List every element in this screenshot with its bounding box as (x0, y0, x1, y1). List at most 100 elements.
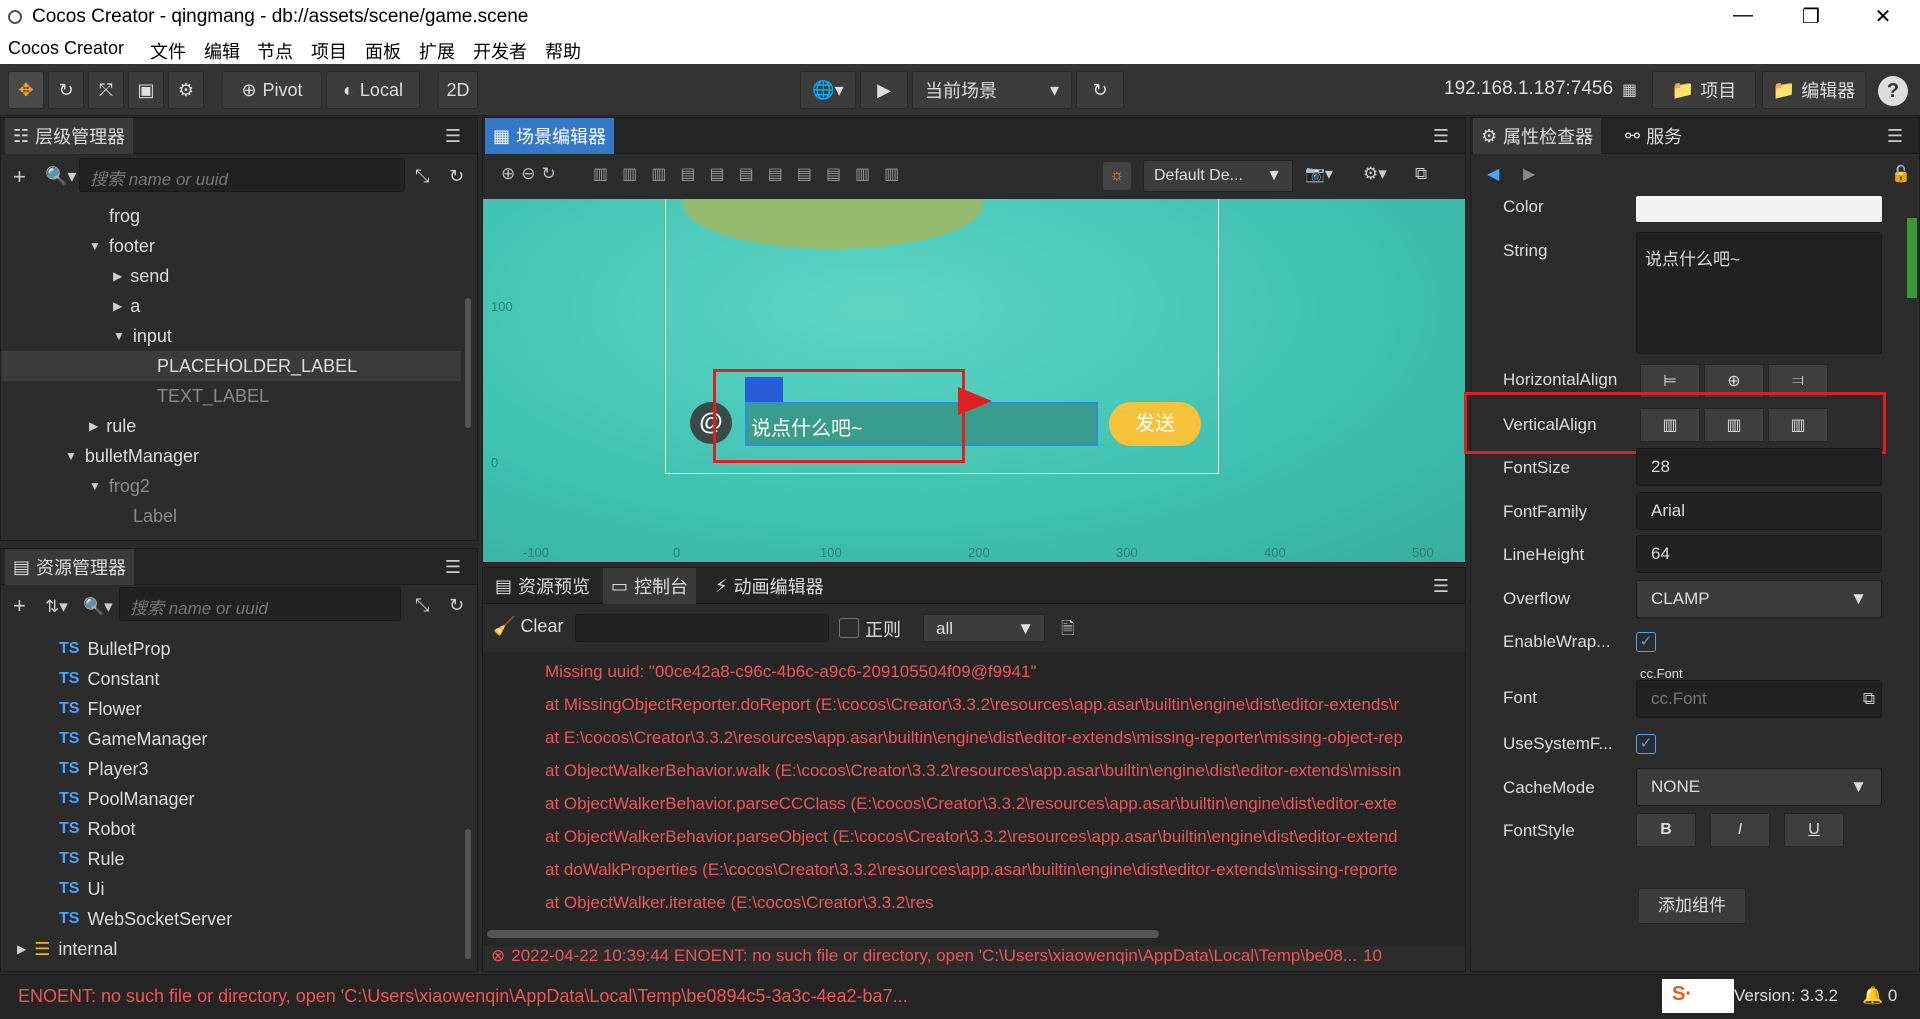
rotate-tool-icon[interactable]: ↻ (48, 71, 84, 109)
local-button[interactable]: ◐ Local (326, 71, 420, 109)
log-level-select[interactable]: all ▼ (923, 614, 1045, 642)
asset-item[interactable]: TS Robot (1, 814, 461, 844)
menu-extension[interactable]: 扩展 (419, 38, 455, 64)
menu-icon[interactable]: ☰ (1433, 576, 1449, 597)
maximize-icon[interactable]: ❐ (1788, 4, 1834, 30)
gear-icon[interactable]: ⚙▾ (1363, 164, 1387, 184)
asset-item[interactable]: TS PoolManager (1, 784, 461, 814)
collapse-icon[interactable]: ⤡ (415, 166, 429, 187)
nav-back-icon[interactable]: ◀ (1487, 164, 1499, 184)
tab-scene-editor[interactable]: ▦ 场景编辑器 (485, 118, 615, 154)
add-icon[interactable]: + (13, 593, 26, 619)
error-summary[interactable]: ⊗ 2022-04-22 10:39:44 ENOENT: no such fi… (491, 946, 1447, 972)
refresh-icon[interactable]: ↻ (1076, 71, 1124, 109)
nav-forward-icon[interactable]: ▶ (1523, 164, 1535, 184)
rect-tool-icon[interactable]: ▣ (128, 71, 164, 109)
asset-item[interactable]: TS GameManager (1, 724, 461, 754)
add-component-button[interactable]: 添加组件 (1638, 888, 1746, 924)
qrcode-icon[interactable]: ▦ (1622, 80, 1637, 100)
tree-node-label[interactable]: Label (1, 501, 461, 531)
fontsize-input[interactable]: 28 (1636, 448, 1882, 486)
caret-right-icon[interactable]: ▶ (113, 299, 122, 313)
asset-item[interactable]: TS BulletProp (1, 634, 461, 664)
mode-2d-button[interactable]: 2D (438, 71, 478, 109)
menu-project[interactable]: 项目 (311, 38, 347, 64)
close-icon[interactable]: ✕ (1860, 4, 1906, 30)
fontfamily-input[interactable]: Arial (1636, 492, 1882, 530)
pivot-button[interactable]: ⊕ Pivot (222, 71, 322, 109)
asset-item[interactable]: TS Constant (1, 664, 461, 694)
valign-bottom-icon[interactable]: ▥ (1768, 408, 1828, 442)
menu-icon[interactable]: ☰ (445, 126, 461, 147)
lock-icon[interactable]: 🔓 (1891, 164, 1911, 184)
asset-item[interactable]: TS Ui (1, 874, 461, 904)
assets-scrollbar[interactable] (465, 829, 471, 959)
caret-down-icon[interactable]: ▼ (89, 239, 101, 253)
editor-button[interactable]: 📁 编辑器 (1762, 71, 1866, 109)
tree-node-rule[interactable]: ▶ rule (1, 411, 461, 441)
tab-console[interactable]: ▭ 控制台 (603, 568, 697, 604)
menu-panel[interactable]: 面板 (365, 38, 401, 64)
light-icon[interactable]: ☼ (1103, 162, 1131, 190)
tab-hierarchy[interactable]: ☷ 层级管理器 (5, 118, 134, 154)
add-icon[interactable]: + (13, 164, 26, 190)
italic-button[interactable]: I (1710, 813, 1770, 847)
hierarchy-search-input[interactable]: 搜索 name or uuid (79, 158, 405, 192)
lineheight-input[interactable]: 64 (1636, 535, 1882, 573)
collapse-icon[interactable]: ⤡ (415, 595, 429, 616)
tree-node-input[interactable]: ▼ input (1, 321, 461, 351)
log-line[interactable]: at ObjectWalker.iteratee (E:\cocos\Creat… (545, 893, 933, 913)
camera-icon[interactable]: 📷▾ (1305, 164, 1333, 184)
regex-checkbox[interactable] (839, 618, 859, 638)
tree-node-frog[interactable]: frog (1, 201, 461, 231)
notification-bell[interactable]: 🔔 0 (1862, 986, 1897, 1006)
tree-node-bulletmanager[interactable]: ▼ bulletManager (1, 441, 461, 471)
tab-service[interactable]: ⚯ 服务 (1617, 118, 1690, 154)
console-h-scrollbar[interactable] (487, 930, 1159, 938)
menu-help[interactable]: 帮助 (545, 38, 581, 64)
caret-down-icon[interactable]: ▼ (89, 479, 101, 493)
hierarchy-scrollbar[interactable] (465, 298, 471, 428)
menu-node[interactable]: 节点 (257, 38, 293, 64)
console-filter-input[interactable] (575, 614, 829, 642)
font-asset-field[interactable]: cc.Font ⧉ (1636, 680, 1882, 718)
send-button[interactable]: 发送 (1109, 402, 1201, 446)
refresh-icon[interactable]: ↻ (449, 595, 464, 616)
tree-node-footer[interactable]: ▼ footer (1, 231, 461, 261)
tree-node-send[interactable]: ▶ send (1, 261, 461, 291)
inspector-scrollbar[interactable] (1907, 218, 1917, 298)
asset-folder-internal[interactable]: ▶ ☰ internal (1, 934, 461, 964)
log-file-icon[interactable]: 🗎 (1061, 616, 1075, 645)
menu-icon[interactable]: ☰ (1887, 126, 1903, 147)
scale-tool-icon[interactable]: ⤧ (88, 71, 124, 109)
align-tools[interactable]: ▥▥▥▤▤▤▤▤▤▥▥ (593, 164, 913, 184)
help-icon[interactable]: ? (1878, 76, 1908, 106)
bold-button[interactable]: B (1636, 813, 1696, 847)
menu-icon[interactable]: ☰ (445, 557, 461, 578)
asset-picker-icon[interactable]: ⧉ (1863, 689, 1875, 709)
status-error[interactable]: ENOENT: no such file or directory, open … (18, 986, 908, 1007)
clear-button[interactable]: 🧹 Clear (493, 616, 563, 637)
tree-node-placeholder-label[interactable]: PLACEHOLDER_LABEL (1, 351, 461, 381)
tab-assets[interactable]: ▤ 资源管理器 (5, 549, 135, 585)
minimize-icon[interactable]: — (1720, 4, 1766, 30)
valign-center-icon[interactable]: ▥ (1704, 408, 1764, 442)
menu-icon[interactable]: ☰ (1433, 126, 1449, 147)
ime-icon[interactable]: S· (1662, 979, 1734, 1013)
caret-down-icon[interactable]: ▼ (113, 329, 125, 343)
menu-file[interactable]: 文件 (150, 38, 186, 64)
tab-animation[interactable]: ⚡ 动画编辑器 (707, 568, 832, 604)
tab-asset-preview[interactable]: ▤ 资源预览 (487, 568, 598, 604)
scene-select[interactable]: 当前场景 ▾ (912, 71, 1072, 109)
string-textarea[interactable]: 说点什么吧~ (1636, 232, 1882, 354)
underline-button[interactable]: U (1784, 813, 1844, 847)
asset-item[interactable]: TS Rule (1, 844, 461, 874)
caret-down-icon[interactable]: ▼ (65, 449, 77, 463)
assets-search-input[interactable]: 搜索 name or uuid (119, 587, 401, 621)
menu-cocos[interactable]: Cocos Creator (8, 38, 124, 59)
asset-item[interactable]: TS WebSocketServer (1, 904, 461, 934)
search-filter-icon[interactable]: 🔍▾ (45, 166, 76, 187)
tab-inspector[interactable]: ⚙ 属性检查器 (1473, 118, 1602, 154)
overflow-select[interactable]: CLAMP ▼ (1636, 580, 1882, 618)
asset-item[interactable]: TS Player3 (1, 754, 461, 784)
